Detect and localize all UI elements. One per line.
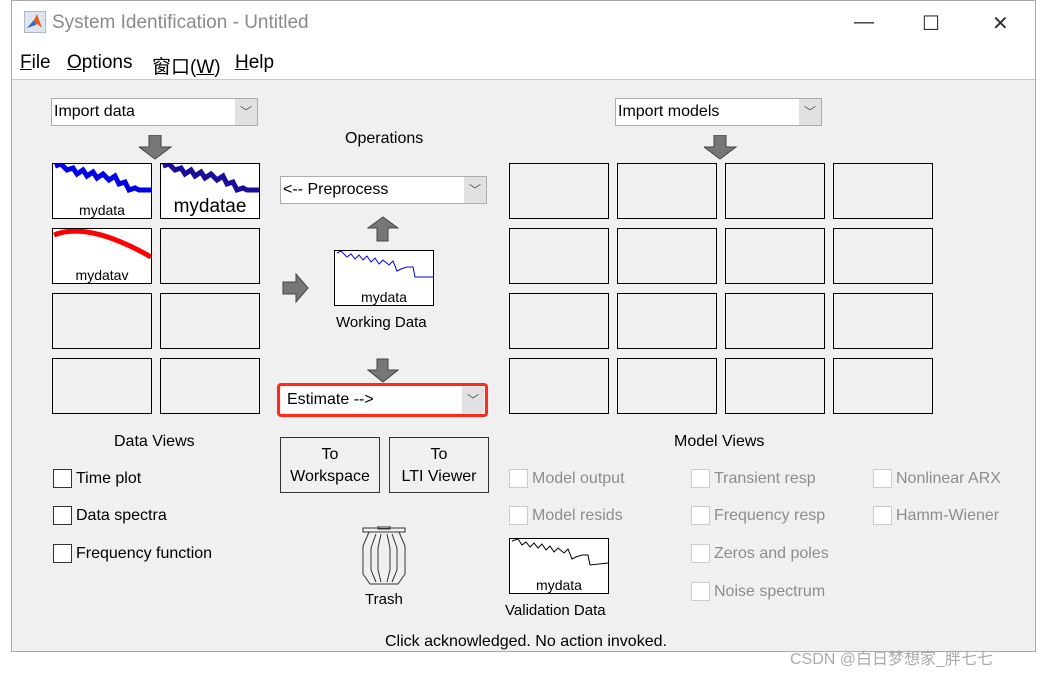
arrow-down-icon	[139, 135, 173, 160]
model-slot-empty[interactable]	[617, 163, 717, 219]
menu-options[interactable]: Options	[67, 52, 132, 74]
model-output-label: Model output	[532, 470, 625, 487]
zeros-and-poles-checkbox[interactable]	[691, 544, 710, 563]
model-slot-empty[interactable]	[833, 293, 933, 349]
model-resids-label: Model resids	[532, 507, 623, 524]
import-data-select[interactable]: Import data ﹀	[51, 98, 258, 126]
matlab-icon	[24, 11, 46, 33]
noise-spectrum-checkbox[interactable]	[691, 582, 710, 601]
model-slot-empty[interactable]	[509, 358, 609, 414]
data-slot-empty[interactable]	[52, 358, 152, 414]
data-thumbnail	[53, 229, 151, 260]
nonlinear-arx-checkbox[interactable]	[873, 469, 892, 488]
validation-data-name: mydata	[536, 577, 582, 593]
model-views-title: Model Views	[674, 433, 765, 450]
time-plot-label: Time plot	[76, 470, 142, 487]
window-title: System Identification - Untitled	[52, 12, 309, 33]
working-data-name: mydata	[361, 289, 407, 305]
import-data-label: Import data	[54, 103, 135, 120]
model-slot-empty[interactable]	[617, 293, 717, 349]
model-slot-empty[interactable]	[725, 358, 825, 414]
data-slot-empty[interactable]	[160, 293, 260, 349]
transient-resp-checkbox[interactable]	[691, 469, 710, 488]
nonlinear-arx-label: Nonlinear ARX	[896, 470, 1001, 487]
watermark: CSDN @白日梦想家_胖七七	[790, 651, 993, 668]
title-bar: System Identification - Untitled — ☐ ✕	[12, 1, 1035, 46]
data-thumbnail	[511, 539, 608, 566]
estimate-label: Estimate -->	[287, 391, 374, 408]
menu-window[interactable]: 窗口(W)	[152, 52, 221, 79]
data-slot-label: mydatav	[75, 267, 129, 283]
chevron-down-icon: ﹀	[799, 99, 821, 125]
model-slot-empty[interactable]	[833, 358, 933, 414]
minimize-button[interactable]: —	[854, 11, 874, 34]
data-thumbnail	[54, 164, 151, 194]
frequency-function-checkbox[interactable]	[53, 544, 72, 563]
data-spectra-label: Data spectra	[76, 507, 167, 524]
import-models-label: Import models	[618, 103, 720, 120]
preprocess-select[interactable]: <-- Preprocess ﹀	[280, 176, 487, 204]
arrow-down-icon	[367, 358, 399, 383]
menu-bar: File Options 窗口(W) Help	[12, 46, 1035, 80]
to-workspace-button[interactable]: To Workspace	[280, 437, 380, 493]
frequency-resp-checkbox[interactable]	[691, 506, 710, 525]
model-output-checkbox[interactable]	[509, 469, 528, 488]
transient-resp-label: Transient resp	[714, 470, 816, 487]
model-slot-empty[interactable]	[509, 163, 609, 219]
hamm-wiener-checkbox[interactable]	[873, 506, 892, 525]
arrow-right-icon	[282, 273, 309, 304]
data-slot-empty[interactable]	[52, 293, 152, 349]
validation-data-slot[interactable]: mydata	[509, 538, 609, 594]
arrow-down-icon	[704, 135, 738, 160]
time-plot-checkbox[interactable]	[53, 469, 72, 488]
data-views-title: Data Views	[114, 433, 195, 450]
model-slot-empty[interactable]	[509, 293, 609, 349]
data-slot-mydatav[interactable]: mydatav	[52, 228, 152, 284]
system-identification-window: System Identification - Untitled — ☐ ✕ F…	[11, 0, 1036, 652]
data-thumbnail	[336, 251, 433, 278]
data-slot-mydata[interactable]: mydata	[52, 163, 152, 219]
noise-spectrum-label: Noise spectrum	[714, 583, 826, 600]
operations-title: Operations	[345, 130, 424, 147]
working-data-label: Working Data	[336, 314, 427, 331]
preprocess-label: <-- Preprocess	[283, 181, 389, 198]
hamm-wiener-label: Hamm-Wiener	[896, 507, 1000, 524]
model-slot-empty[interactable]	[509, 228, 609, 284]
frequency-function-label: Frequency function	[76, 545, 213, 562]
model-slot-empty[interactable]	[833, 163, 933, 219]
menu-help[interactable]: Help	[235, 52, 274, 74]
model-resids-checkbox[interactable]	[509, 506, 528, 525]
to-lti-viewer-button[interactable]: To LTI Viewer	[389, 437, 489, 493]
data-slot-label: mydata	[79, 202, 125, 218]
status-text: Click acknowledged. No action invoked.	[385, 633, 667, 650]
trash-label: Trash	[365, 591, 403, 608]
model-slot-empty[interactable]	[725, 293, 825, 349]
close-button[interactable]: ✕	[992, 11, 1009, 36]
trash-icon[interactable]	[361, 526, 409, 586]
data-slot-mydatae[interactable]: mydatae	[160, 163, 260, 219]
data-spectra-checkbox[interactable]	[53, 506, 72, 525]
estimate-select[interactable]: Estimate --> ﹀	[281, 387, 484, 413]
model-slot-empty[interactable]	[617, 228, 717, 284]
chevron-down-icon: ﹀	[235, 99, 257, 125]
chevron-down-icon: ﹀	[462, 387, 484, 413]
zeros-and-poles-label: Zeros and poles	[714, 545, 829, 562]
data-slot-empty[interactable]	[160, 228, 260, 284]
model-slot-empty[interactable]	[617, 358, 717, 414]
data-slot-label: mydatae	[173, 196, 247, 217]
menu-file[interactable]: File	[20, 52, 51, 74]
validation-data-label: Validation Data	[505, 602, 606, 619]
working-data-slot[interactable]: mydata	[334, 250, 434, 306]
import-models-select[interactable]: Import models ﹀	[615, 98, 822, 126]
frequency-resp-label: Frequency resp	[714, 507, 826, 524]
arrow-up-icon	[367, 216, 399, 242]
maximize-button[interactable]: ☐	[922, 11, 940, 36]
model-slot-empty[interactable]	[725, 228, 825, 284]
data-slot-empty[interactable]	[160, 358, 260, 414]
model-slot-empty[interactable]	[725, 163, 825, 219]
chevron-down-icon: ﹀	[464, 177, 486, 203]
model-slot-empty[interactable]	[833, 228, 933, 284]
